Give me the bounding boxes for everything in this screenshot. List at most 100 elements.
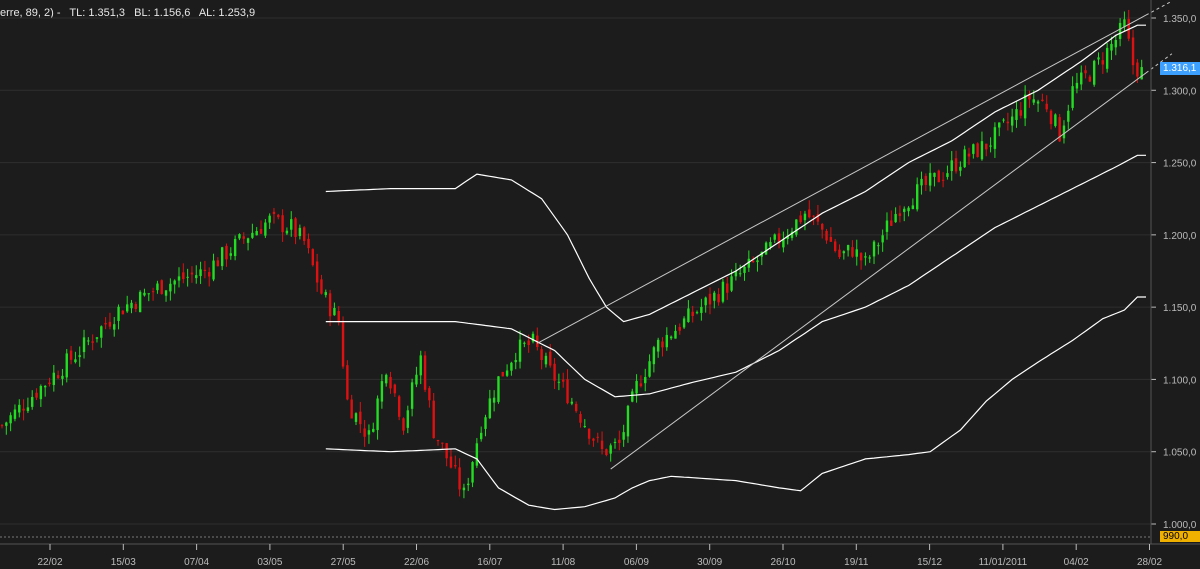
x-tick-label: 26/10 <box>770 557 795 568</box>
candle-body <box>678 327 681 331</box>
candle-body <box>829 236 833 242</box>
candle <box>600 431 604 455</box>
candle-body <box>445 443 448 459</box>
candle-body <box>389 376 392 389</box>
candle-body <box>397 396 401 417</box>
candle <box>147 293 150 302</box>
candle-body <box>238 234 241 239</box>
candle <box>838 244 841 259</box>
candle <box>402 417 405 435</box>
candle <box>626 404 630 443</box>
y-tick-label: 1.000,0 <box>1163 520 1197 531</box>
candle-body <box>216 260 220 267</box>
x-tick-label: 28/02 <box>1137 557 1162 568</box>
candle-body <box>354 413 358 422</box>
candle <box>423 351 427 393</box>
candle-body <box>277 214 280 218</box>
candle-body <box>592 438 595 441</box>
candle <box>652 345 656 373</box>
candle <box>833 238 837 253</box>
candle <box>1114 35 1117 56</box>
candle <box>959 161 962 177</box>
candle-body <box>894 213 897 223</box>
date-axis[interactable]: 22/02 15/03 07/04 03/05 27/05 22/06 16/07 11/08… <box>0 543 1200 568</box>
candle-body <box>432 400 435 439</box>
candle <box>35 388 38 401</box>
candle-body <box>298 227 302 237</box>
candle <box>721 278 725 304</box>
candle-body <box>1097 57 1100 60</box>
candle-body <box>972 144 975 154</box>
candle-body <box>1088 76 1092 82</box>
candlestick-chart[interactable]: 1.000,0 1.050,0 1.100,0 1.150,0 1.200,0 1.250… <box>0 0 1200 569</box>
candle-body <box>359 411 362 425</box>
candle-body <box>514 360 517 363</box>
candle <box>1049 109 1053 130</box>
candle <box>78 346 81 367</box>
candle <box>859 252 863 270</box>
candle <box>372 422 375 433</box>
candle <box>669 335 673 341</box>
candle-body <box>665 334 669 348</box>
candle-body <box>104 323 107 325</box>
candle <box>471 461 474 488</box>
candle-body <box>1101 60 1105 65</box>
candle <box>851 240 854 258</box>
candle <box>95 337 99 343</box>
candle-body <box>380 381 384 402</box>
candle-body <box>333 308 336 316</box>
candle <box>199 261 202 284</box>
candle-body <box>315 261 319 283</box>
min-level-badge: 990,0 <box>1160 531 1200 542</box>
candle <box>665 327 669 351</box>
candle-body <box>52 372 56 385</box>
candle <box>294 217 297 245</box>
candle <box>518 330 522 369</box>
candle <box>1010 108 1014 133</box>
candle-body <box>423 355 427 390</box>
candle-body <box>652 347 656 365</box>
candle <box>842 250 846 260</box>
candle <box>290 211 293 237</box>
candle-body <box>294 218 297 237</box>
candle <box>121 309 125 315</box>
candle-body <box>13 409 17 419</box>
candle-body <box>100 326 103 338</box>
candle <box>682 316 686 329</box>
candle-body <box>885 220 889 232</box>
candle <box>890 210 893 226</box>
candle <box>458 458 461 497</box>
x-tick-label: 30/09 <box>697 557 722 568</box>
candle-body <box>1015 109 1018 120</box>
candle <box>376 395 379 440</box>
candle-body <box>138 291 142 313</box>
candle <box>898 205 902 223</box>
candle <box>173 279 176 294</box>
candle-body <box>220 247 224 267</box>
candle-body <box>1105 47 1109 69</box>
candle-body <box>769 241 772 247</box>
candle-body <box>61 375 64 379</box>
candle-body <box>268 215 271 223</box>
candle-body <box>993 127 997 149</box>
candle-body <box>730 276 733 291</box>
price-axis[interactable]: 1.000,0 1.050,0 1.100,0 1.150,0 1.200,0 1.250… <box>1150 0 1197 544</box>
candle <box>9 412 12 432</box>
candle <box>605 448 608 457</box>
candle-body <box>726 283 729 293</box>
candle <box>307 233 310 254</box>
candle-body <box>467 483 470 486</box>
candle <box>91 334 94 351</box>
candle <box>933 172 936 187</box>
candle-body <box>195 275 198 279</box>
candle-body <box>91 341 94 343</box>
candle-body <box>462 487 466 491</box>
band-lower <box>325 296 1146 511</box>
candle-body <box>1002 119 1005 121</box>
candle <box>492 390 496 412</box>
y-tick-label: 1.300,0 <box>1163 86 1197 97</box>
candle <box>808 200 811 219</box>
candle <box>406 405 409 434</box>
candle <box>618 430 621 451</box>
candle-body <box>540 349 543 361</box>
